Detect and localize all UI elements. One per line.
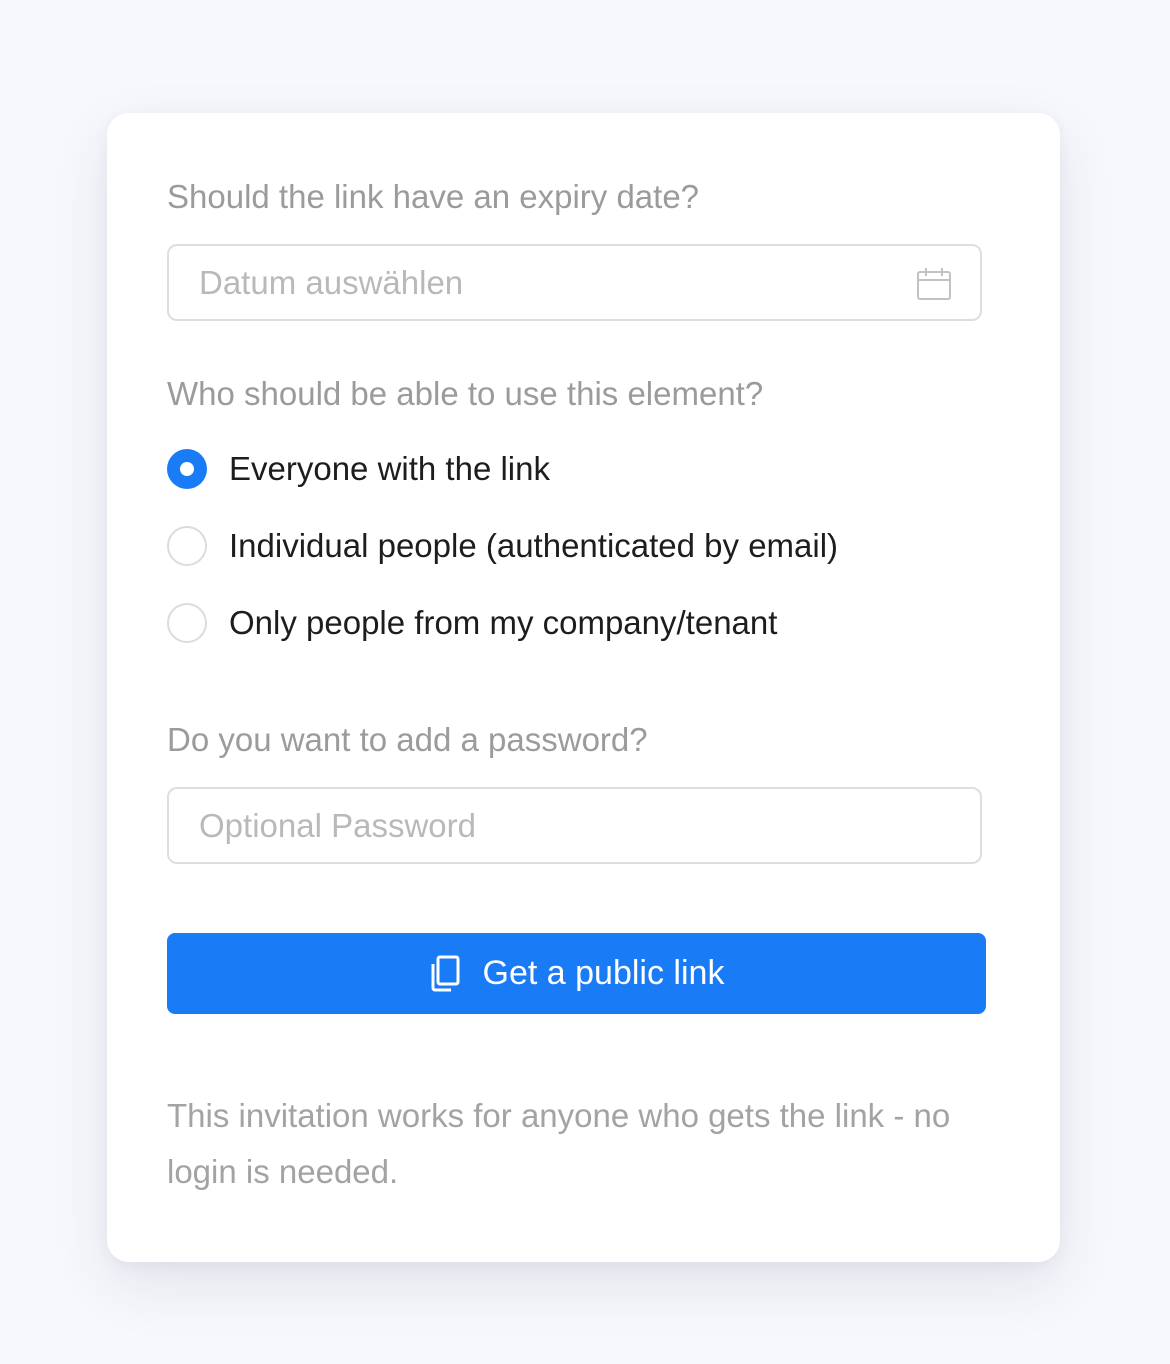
radio-label: Only people from my company/tenant: [229, 604, 778, 641]
radio-everyone-with-link[interactable]: Everyone with the link: [167, 447, 550, 491]
radio-label: Everyone with the link: [229, 450, 550, 487]
password-input[interactable]: [199, 789, 899, 862]
page: Should the link have an expiry date? Who…: [0, 0, 1170, 1364]
expiry-date-field[interactable]: [167, 244, 982, 321]
password-question: Do you want to add a password?: [167, 721, 648, 758]
password-field[interactable]: [167, 787, 982, 864]
share-link-card: Should the link have an expiry date? Who…: [107, 113, 1060, 1262]
expiry-question: Should the link have an expiry date?: [167, 178, 700, 215]
radio-individual-people[interactable]: Individual people (authenticated by emai…: [167, 524, 838, 568]
radio-button[interactable]: [167, 603, 207, 643]
get-public-link-label: Get a public link: [482, 954, 725, 992]
radio-company-tenant[interactable]: Only people from my company/tenant: [167, 601, 777, 645]
access-question: Who should be able to use this element?: [167, 375, 764, 412]
invitation-note: This invitation works for anyone who get…: [167, 1097, 951, 1190]
radio-label: Individual people (authenticated by emai…: [229, 527, 839, 564]
expiry-date-input[interactable]: [199, 246, 899, 319]
radio-button[interactable]: [167, 526, 207, 566]
get-public-link-button[interactable]: Get a public link: [167, 933, 986, 1014]
radio-button-selected[interactable]: [167, 449, 207, 489]
calendar-icon[interactable]: [916, 267, 952, 301]
copy-icon: [431, 955, 460, 991]
